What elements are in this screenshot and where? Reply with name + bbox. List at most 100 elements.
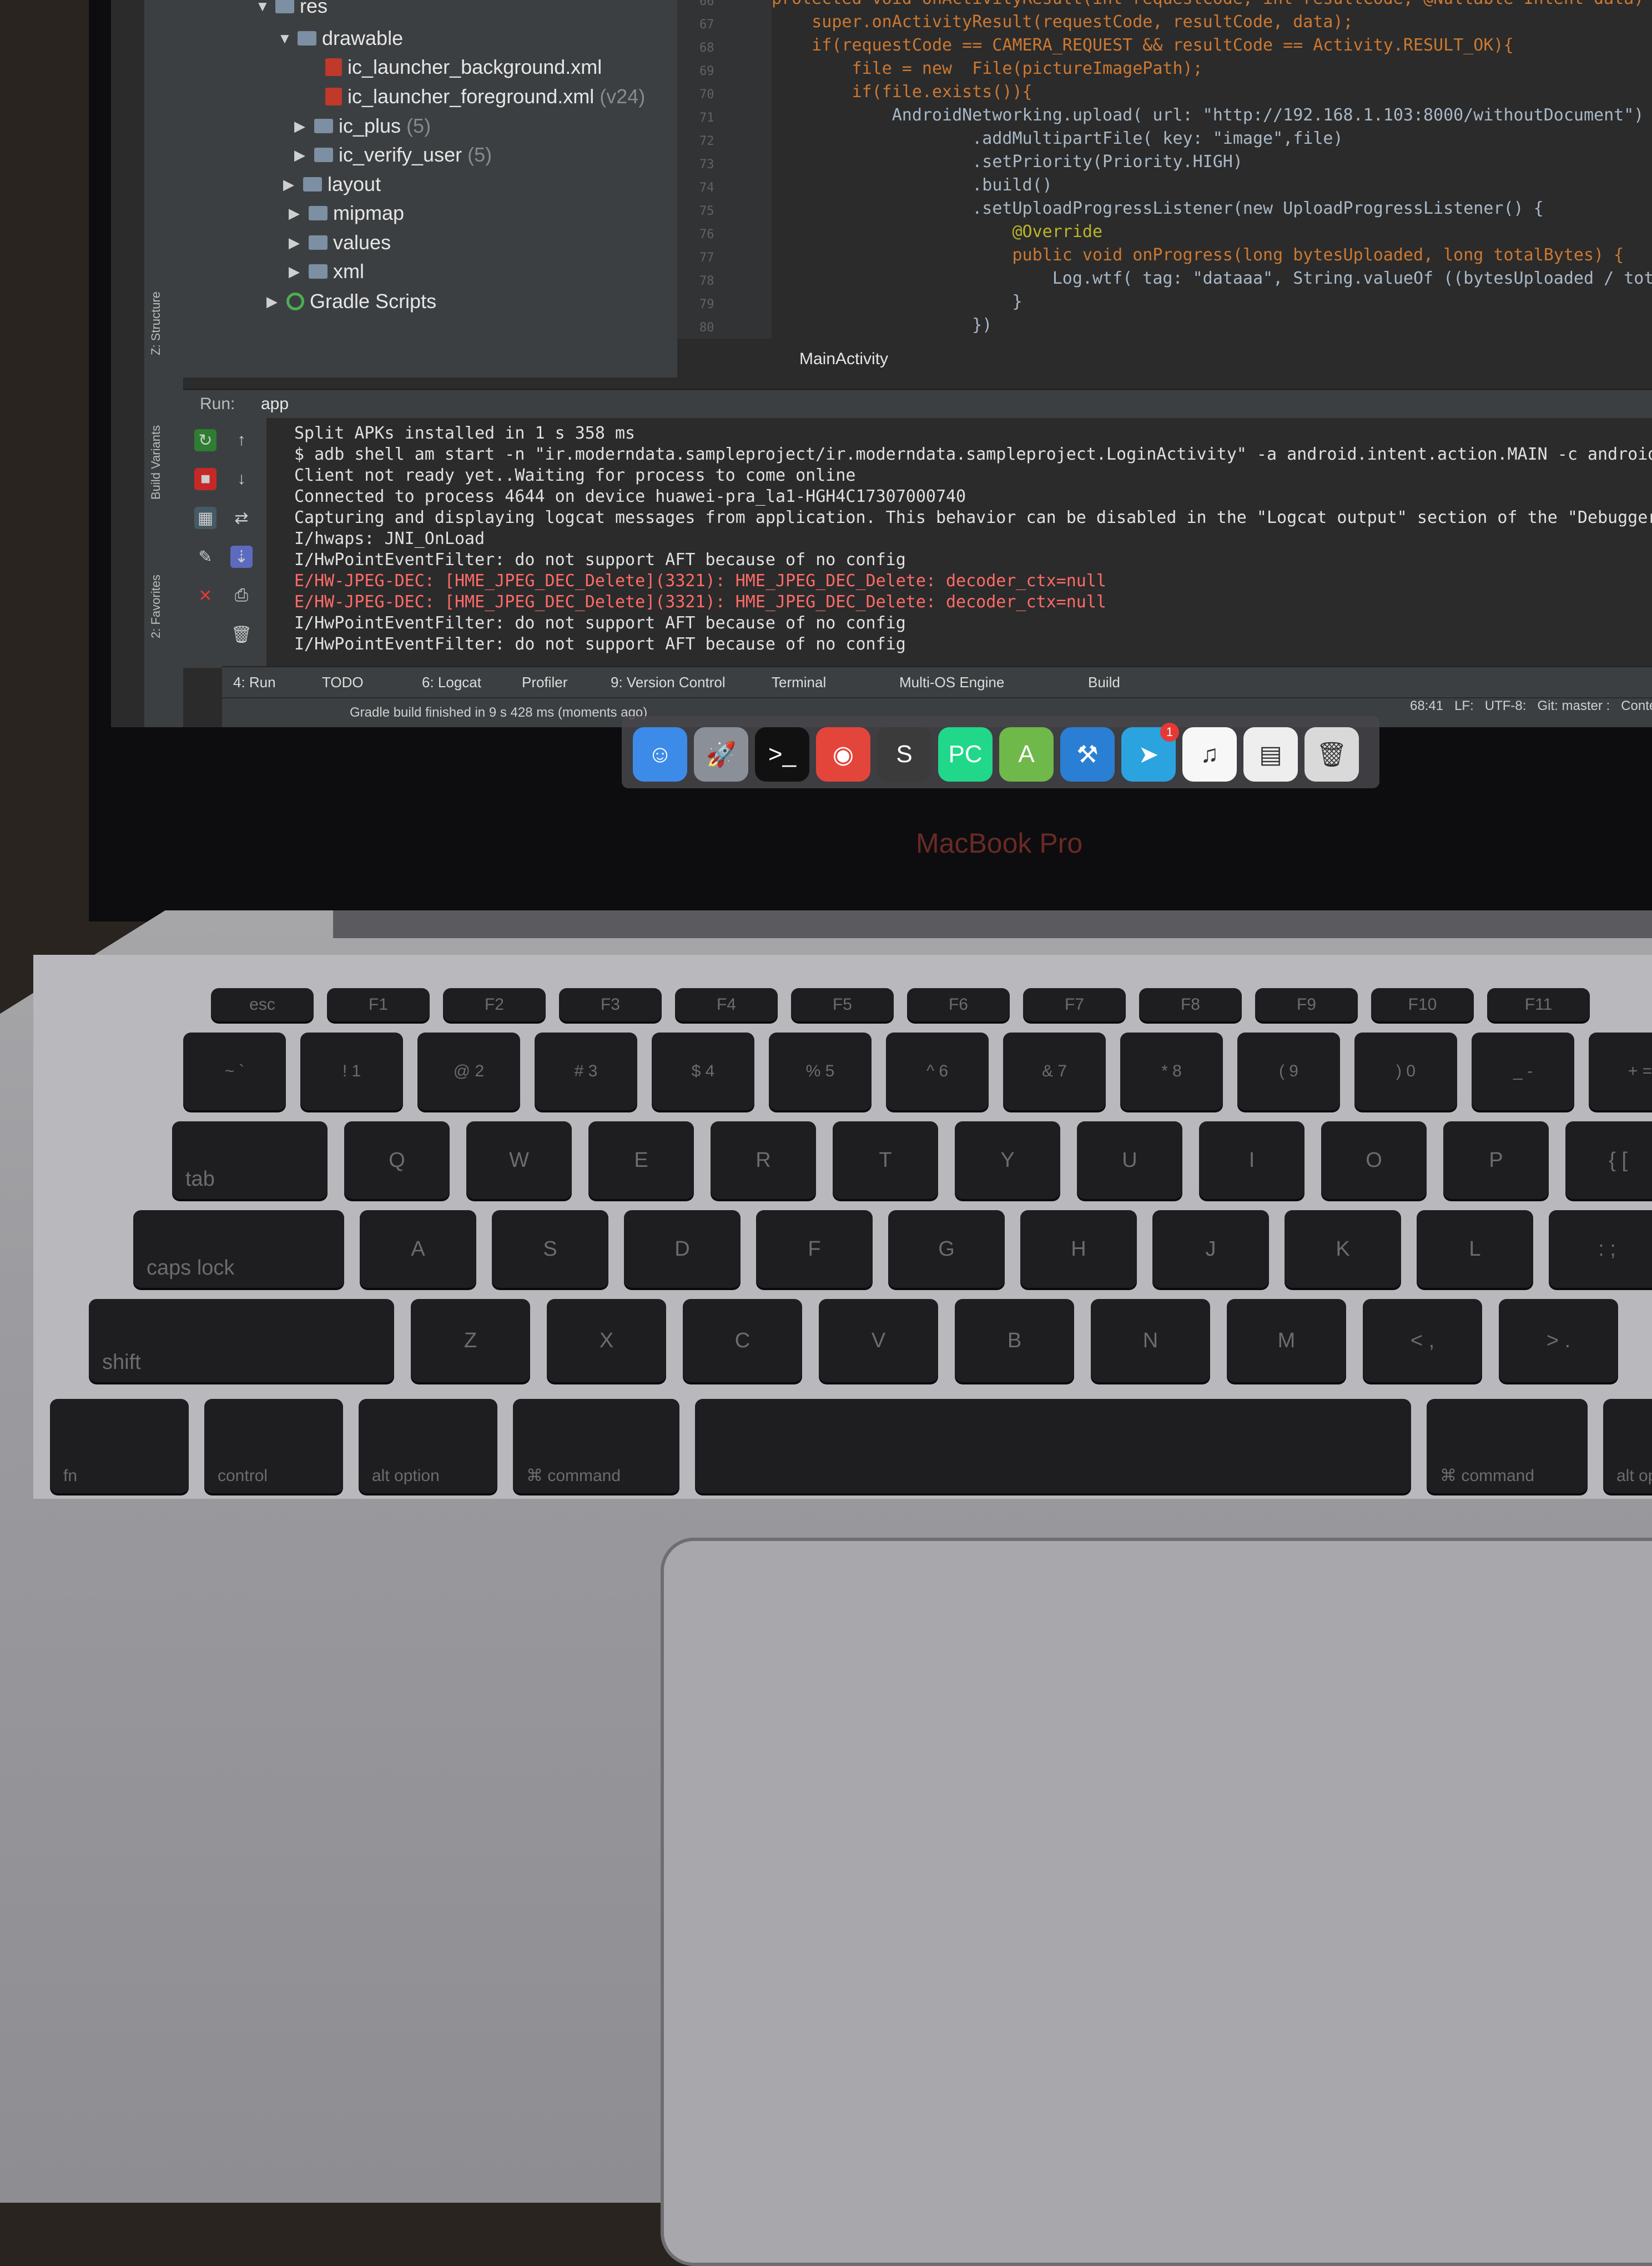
file-encoding[interactable]: UTF-8: (1485, 698, 1527, 713)
key-c[interactable]: C (683, 1299, 802, 1382)
key-k[interactable]: K (1285, 1210, 1401, 1288)
key-f7[interactable]: F7 (1023, 988, 1126, 1021)
restore-layout-icon[interactable]: ▦ (194, 507, 216, 529)
console-line[interactable]: $ adb shell am start -n "ir.moderndata.s… (294, 445, 1652, 464)
tree-item[interactable]: ▼ drawable (278, 27, 403, 50)
key-z[interactable]: Z (411, 1299, 530, 1382)
code-line[interactable]: protected void onActivityResult(int requ… (772, 0, 1652, 8)
tree-item[interactable]: ▶ Gradle Scripts (266, 290, 436, 313)
trackpad[interactable] (661, 1538, 1652, 2266)
android-studio-icon[interactable]: A (999, 727, 1054, 782)
tree-item[interactable]: ▶ mipmap (289, 202, 404, 225)
key--4[interactable]: $ 4 (652, 1033, 754, 1110)
print-icon[interactable]: ⎙ (230, 585, 253, 607)
code-line[interactable]: .setPriority(Priority.HIGH) (772, 152, 1243, 172)
side-tab-structure[interactable]: Z: Structure (149, 291, 163, 355)
tool-tab-multi-os-engine[interactable]: Multi-OS Engine (899, 674, 1004, 691)
key-e[interactable]: E (588, 1121, 694, 1199)
key-f6[interactable]: F6 (907, 988, 1010, 1021)
key-j[interactable]: J (1152, 1210, 1269, 1288)
editor-file-tab[interactable]: MainActivity (799, 350, 888, 369)
tree-item[interactable]: ▶ values (289, 231, 391, 254)
key-tab[interactable]: tab (172, 1121, 328, 1199)
tool-tab-todo[interactable]: TODO (322, 674, 364, 691)
key--[interactable]: + = (1589, 1033, 1652, 1110)
key-f10[interactable]: F10 (1371, 988, 1474, 1021)
key--2[interactable]: @ 2 (417, 1033, 520, 1110)
code-line[interactable]: file = new File(pictureImagePath); (772, 59, 1202, 78)
key-caps-lock[interactable]: caps lock (133, 1210, 344, 1288)
key-t[interactable]: T (833, 1121, 938, 1199)
key-esc[interactable]: esc (211, 988, 314, 1021)
key-f8[interactable]: F8 (1139, 988, 1242, 1021)
key-f9[interactable]: F9 (1255, 988, 1358, 1021)
xcode-icon[interactable]: ⚒ (1060, 727, 1115, 782)
key--[interactable]: { [ (1565, 1121, 1652, 1199)
code-line[interactable]: @Override (772, 222, 1102, 241)
tool-tab-6-logcat[interactable]: 6: Logcat (422, 674, 481, 691)
key--[interactable]: > . (1499, 1299, 1618, 1382)
key-w[interactable]: W (466, 1121, 572, 1199)
key--command[interactable]: ⌘ command (1427, 1399, 1588, 1493)
key-q[interactable]: Q (344, 1121, 450, 1199)
expand-arrow-icon[interactable]: ▶ (294, 147, 309, 164)
chrome-icon[interactable]: ◉ (816, 727, 870, 782)
key--[interactable]: < , (1363, 1299, 1482, 1382)
key-b[interactable]: B (955, 1299, 1074, 1382)
soft-wrap-icon[interactable]: ⇄ (230, 507, 253, 529)
expand-arrow-icon[interactable]: ▶ (289, 205, 303, 222)
sublime-icon[interactable]: S (877, 727, 931, 782)
key--9[interactable]: ( 9 (1237, 1033, 1340, 1110)
key-o[interactable]: O (1321, 1121, 1427, 1199)
tool-tab-profiler[interactable]: Profiler (522, 674, 567, 691)
console-line[interactable]: I/HwPointEventFilter: do not support AFT… (294, 550, 906, 570)
key--[interactable]: ~ ` (183, 1033, 286, 1110)
key-space[interactable] (695, 1399, 1411, 1493)
key-d[interactable]: D (624, 1210, 741, 1288)
expand-arrow-icon[interactable]: ▼ (255, 0, 270, 15)
git-branch[interactable]: Git: master : (1537, 698, 1610, 713)
key--1[interactable]: ! 1 (300, 1033, 403, 1110)
tree-item[interactable]: ic_launcher_background.xml (305, 56, 602, 79)
code-line[interactable]: } (772, 292, 1022, 311)
finder-icon[interactable]: ☺ (633, 727, 687, 782)
clear-all-icon[interactable]: 🗑 (230, 623, 253, 646)
tree-item[interactable]: ic_launcher_foreground.xml (v24) (305, 85, 645, 108)
expand-arrow-icon[interactable]: ▶ (289, 263, 303, 280)
console-line[interactable]: Client not ready yet..Waiting for proces… (294, 466, 855, 485)
code-editor[interactable]: 66 67 68 69 70 71 72 73 74 75 76 77 78 79 80 protected… (677, 0, 1652, 377)
key-r[interactable]: R (711, 1121, 816, 1199)
key-h[interactable]: H (1020, 1210, 1137, 1288)
code-line[interactable]: public void onProgress(long bytesUploade… (772, 245, 1624, 265)
key--5[interactable]: % 5 (769, 1033, 872, 1110)
tree-item[interactable]: ▶ ic_plus (5) (294, 114, 431, 138)
key-p[interactable]: P (1443, 1121, 1549, 1199)
side-tab-favorites[interactable]: 2: Favorites (149, 575, 163, 638)
terminal-icon[interactable]: >_ (755, 727, 809, 782)
key-a[interactable]: A (360, 1210, 476, 1288)
code-line[interactable]: }) (772, 315, 992, 335)
key-f1[interactable]: F1 (327, 988, 430, 1021)
key-m[interactable]: M (1227, 1299, 1346, 1382)
key-f11[interactable]: F11 (1487, 988, 1590, 1021)
key-f5[interactable]: F5 (791, 988, 894, 1021)
key-f[interactable]: F (756, 1210, 873, 1288)
music-icon[interactable]: ♫ (1182, 727, 1237, 782)
code-line[interactable]: .build() (772, 175, 1052, 195)
tool-tab-terminal[interactable]: Terminal (772, 674, 826, 691)
key--3[interactable]: # 3 (535, 1033, 637, 1110)
run-tab-app[interactable]: app (261, 395, 289, 414)
line-separator[interactable]: LF: (1454, 698, 1474, 713)
code-line[interactable]: super.onActivityResult(requestCode, resu… (772, 12, 1353, 32)
status-message[interactable]: Gradle build finished in 9 s 428 ms (mom… (350, 705, 647, 721)
pin-icon[interactable]: ✎ (194, 546, 216, 568)
key--[interactable]: : ; (1549, 1210, 1652, 1288)
key-u[interactable]: U (1077, 1121, 1182, 1199)
key-alt-option[interactable]: alt option (359, 1399, 497, 1493)
code-line[interactable]: .addMultipartFile( key: "image",file) (772, 129, 1343, 148)
trash-icon[interactable]: 🗑 (1305, 727, 1359, 782)
key-s[interactable]: S (492, 1210, 608, 1288)
tool-tab-build[interactable]: Build (1088, 674, 1120, 691)
code-line[interactable]: if(requestCode == CAMERA_REQUEST && resu… (772, 36, 1513, 55)
caret-position[interactable]: 68:41 (1410, 698, 1443, 713)
